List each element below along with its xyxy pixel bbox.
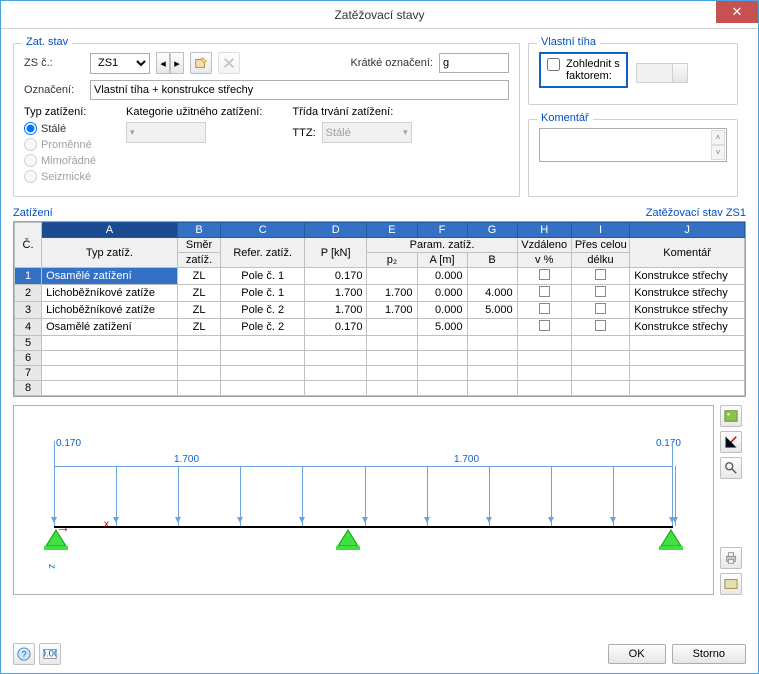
- zat-stav-legend: Zat. stav: [22, 36, 72, 48]
- svg-text:?: ?: [21, 650, 26, 661]
- zohlednit-highlight: Zohlednit s faktorem:: [539, 52, 628, 88]
- kratke-label: Krátké označení:: [350, 57, 433, 69]
- next-button[interactable]: ▸: [170, 52, 184, 74]
- zs-label: ZS č.:: [24, 57, 84, 69]
- ttz-label: TTZ:: [292, 127, 315, 139]
- table-row[interactable]: 4Osamělé zatíženíZLPole č. 20.1705.000Ko…: [15, 319, 745, 336]
- typ-zatizeni-label: Typ zatížení:: [24, 106, 96, 118]
- table-row[interactable]: 8: [15, 381, 745, 396]
- tool-settings-icon[interactable]: [720, 573, 742, 595]
- table-row[interactable]: 6: [15, 351, 745, 366]
- delete-button[interactable]: [218, 52, 240, 74]
- zat-stav-group: Zat. stav ZS č.: ZS1 ◂ ▸ Krátké označení…: [13, 43, 520, 197]
- tool-print-icon[interactable]: [720, 547, 742, 569]
- komentar-textarea[interactable]: ˄˅: [539, 128, 727, 162]
- tool-axis-icon[interactable]: [720, 431, 742, 453]
- komentar-legend: Komentář: [537, 112, 593, 124]
- zohlednit-label1: Zohlednit s: [566, 58, 620, 70]
- tool-image-icon[interactable]: [720, 405, 742, 427]
- kategorie-label: Kategorie užitného zatížení:: [126, 106, 262, 118]
- faktor-spinner: [636, 63, 688, 83]
- table-row[interactable]: 5: [15, 336, 745, 351]
- window-title: Zatěžovací stavy: [334, 8, 424, 22]
- scroll-down-icon[interactable]: ˅: [711, 145, 725, 160]
- radio-mimoradne[interactable]: Mimořádné: [24, 154, 96, 167]
- vlastni-tiha-group: Vlastní tíha Zohlednit s faktorem:: [528, 43, 738, 105]
- zatizeni-grid[interactable]: Č.ABCDEFGHIJTyp zatíž.SměrRefer. zatíž.P…: [13, 221, 746, 397]
- table-row[interactable]: 7: [15, 366, 745, 381]
- zatizeni-right-label: Zatěžovací stav ZS1: [646, 207, 746, 219]
- kratke-input[interactable]: [439, 53, 509, 73]
- help-button[interactable]: ?: [13, 643, 35, 665]
- zs-select[interactable]: ZS1: [90, 53, 150, 74]
- table-row[interactable]: 3Lichoběžníkové zatížeZLPole č. 21.7001.…: [15, 302, 745, 319]
- vlastni-tiha-legend: Vlastní tíha: [537, 36, 600, 48]
- svg-text:0.00: 0.00: [43, 649, 57, 660]
- scroll-up-icon[interactable]: ˄: [711, 130, 725, 145]
- zohlednit-label2: faktorem:: [566, 70, 620, 82]
- trida-label: Třída trvání zatížení:: [292, 106, 411, 118]
- table-row[interactable]: 2Lichoběžníkové zatížeZLPole č. 11.7001.…: [15, 285, 745, 302]
- komentar-group: Komentář ˄˅: [528, 119, 738, 197]
- kategorie-select: [126, 122, 206, 143]
- radio-stale[interactable]: Stálé: [24, 122, 96, 135]
- storno-button[interactable]: Storno: [672, 644, 746, 664]
- radio-promenne[interactable]: Proměnné: [24, 138, 96, 151]
- radio-seizmicke[interactable]: Seizmické: [24, 170, 96, 183]
- oznaceni-input[interactable]: [90, 80, 509, 100]
- table-row[interactable]: 1Osamělé zatíženíZLPole č. 10.1700.000Ko…: [15, 268, 745, 285]
- close-button[interactable]: ✕: [716, 1, 758, 23]
- ok-button[interactable]: OK: [608, 644, 666, 664]
- tool-zoom-icon[interactable]: [720, 457, 742, 479]
- oznaceni-label: Označení:: [24, 84, 84, 96]
- prev-button[interactable]: ◂: [156, 52, 170, 74]
- preview-canvas: 0.170 1.700 1.700 0.170 → x ↓ z: [13, 405, 714, 595]
- zatizeni-label: Zatížení: [13, 207, 53, 219]
- zohlednit-checkbox[interactable]: [547, 58, 560, 71]
- ttz-select: Stálé: [322, 122, 412, 143]
- new-button[interactable]: [190, 52, 212, 74]
- units-button[interactable]: 0.00: [39, 643, 61, 665]
